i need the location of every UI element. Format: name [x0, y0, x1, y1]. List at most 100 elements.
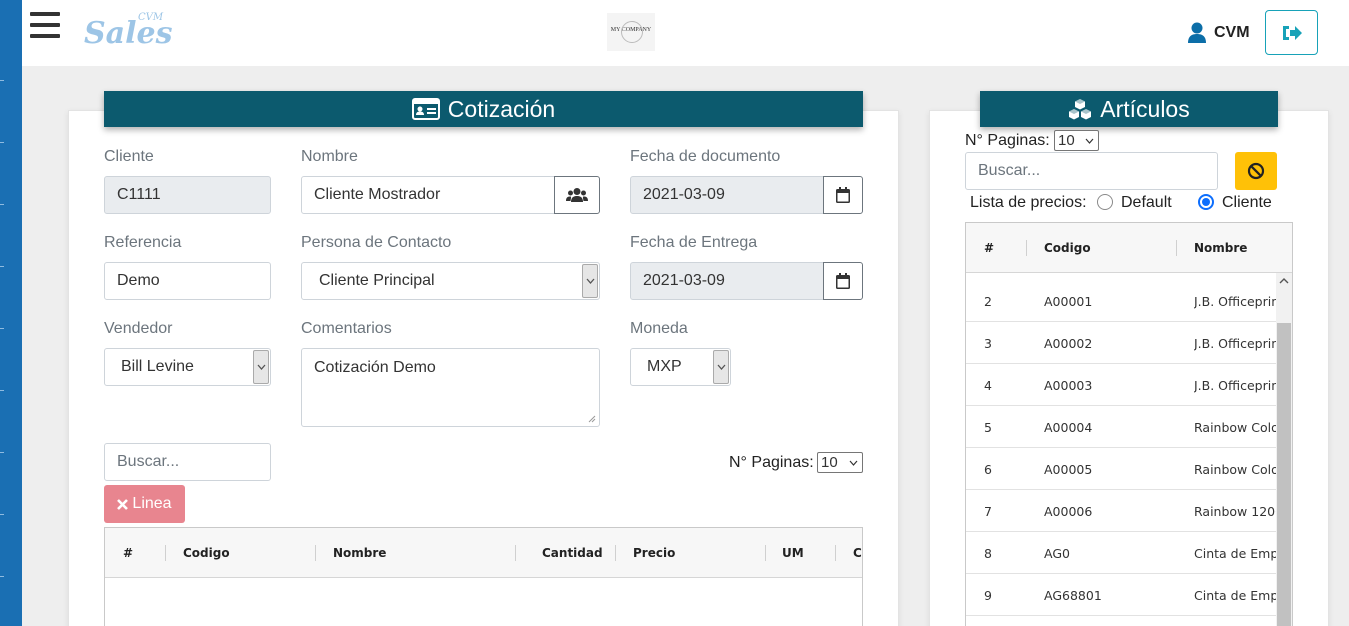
- articles-table-header: # Codigo Nombre: [966, 223, 1292, 273]
- referencia-field[interactable]: Demo: [104, 262, 271, 300]
- top-navbar: Sales CVM MY COMPANY CVM: [22, 0, 1349, 66]
- persona-contacto-select[interactable]: Cliente Principal: [301, 262, 600, 300]
- nombre-field[interactable]: Cliente Mostrador: [301, 176, 555, 214]
- price-list-cliente-radio[interactable]: [1198, 194, 1214, 210]
- col-codigo[interactable]: Codigo: [183, 546, 230, 560]
- lines-pages-select[interactable]: 10: [817, 452, 863, 473]
- lines-table-header: # Codigo Nombre Cantidad Precio UM C: [105, 528, 862, 578]
- price-list-cliente-label[interactable]: Cliente: [1222, 194, 1272, 212]
- row-nombre: Rainbow 1200 Laser: [1194, 504, 1276, 519]
- quote-title: Cotización: [447, 95, 556, 122]
- quote-header: Cotización: [104, 91, 863, 127]
- lines-pages-label: N° Paginas:: [729, 454, 814, 471]
- calendar-icon: [836, 273, 850, 289]
- chevron-down-icon: [849, 460, 858, 466]
- row-codigo: A00006: [1044, 504, 1093, 519]
- fecha-entrega-field[interactable]: 2021-03-09: [630, 262, 824, 300]
- ban-icon: [1247, 162, 1265, 180]
- moneda-select[interactable]: MXP: [630, 348, 731, 386]
- chevron-down-icon: [253, 350, 269, 384]
- vendedor-label: Vendedor: [104, 320, 173, 337]
- sidebar-strip[interactable]: [0, 0, 22, 626]
- brand-sup-text: CVM: [138, 12, 164, 23]
- chevron-down-icon: [582, 264, 598, 298]
- calendar-icon: [836, 187, 850, 203]
- row-codigo: A00001: [1044, 294, 1093, 309]
- price-list-label: Lista de precios:: [970, 194, 1087, 211]
- row-codigo: AG68801: [1044, 588, 1102, 603]
- cliente-label: Cliente: [104, 148, 154, 165]
- articles-search-input[interactable]: Buscar...: [965, 152, 1218, 190]
- fecha-entrega-label: Fecha de Entrega: [630, 234, 758, 251]
- chevron-down-icon: [1085, 138, 1094, 144]
- row-codigo: A00003: [1044, 378, 1093, 393]
- articles-pages-select[interactable]: 10: [1054, 130, 1099, 151]
- row-nombre: Rainbow Color Printer: [1194, 420, 1276, 435]
- referencia-label: Referencia: [104, 234, 182, 251]
- moneda-label: Moneda: [630, 320, 688, 337]
- row-codigo: AG0: [1044, 546, 1070, 561]
- vendedor-value: Bill Levine: [121, 358, 194, 375]
- persona-contacto-value: Cliente Principal: [319, 272, 435, 289]
- col-c[interactable]: C: [853, 546, 862, 560]
- fecha-documento-calendar-button[interactable]: [823, 176, 863, 214]
- sign-out-icon: [1283, 26, 1302, 40]
- col-num[interactable]: #: [984, 241, 994, 255]
- brand-logo[interactable]: Sales CVM: [84, 8, 172, 52]
- articles-scrollbar-thumb[interactable]: [1277, 323, 1291, 626]
- remove-line-button[interactable]: Linea: [104, 485, 185, 523]
- cliente-field[interactable]: C1111: [104, 176, 271, 214]
- nombre-label: Nombre: [301, 148, 358, 165]
- row-num: 3: [984, 336, 992, 351]
- row-num: 4: [984, 378, 992, 393]
- col-um[interactable]: UM: [782, 546, 804, 560]
- col-precio[interactable]: Precio: [633, 546, 675, 560]
- price-list-default-radio[interactable]: [1097, 194, 1113, 210]
- lines-pages-value: 10: [821, 454, 838, 471]
- row-nombre: J.B. Officeprint 1420: [1194, 294, 1276, 309]
- row-num: 2: [984, 294, 992, 309]
- vendedor-select[interactable]: Bill Levine: [104, 348, 271, 386]
- col-nombre[interactable]: Nombre: [333, 546, 386, 560]
- articles-pages-label: N° Paginas:: [965, 132, 1050, 149]
- articles-header: Artículos: [980, 91, 1278, 127]
- lines-search-input[interactable]: Buscar...: [104, 443, 271, 481]
- col-num[interactable]: #: [123, 546, 133, 560]
- clear-search-button[interactable]: [1235, 152, 1277, 190]
- remove-line-label: Linea: [132, 495, 172, 512]
- row-nombre: J.B. Officeprint 1186: [1194, 378, 1276, 393]
- row-num: 7: [984, 504, 992, 519]
- row-num: 5: [984, 420, 992, 435]
- user-icon: [1188, 22, 1206, 43]
- col-cantidad[interactable]: Cantidad: [542, 546, 603, 560]
- scroll-up-icon[interactable]: [1278, 276, 1290, 286]
- user-name[interactable]: CVM: [1214, 24, 1250, 42]
- row-codigo: A00005: [1044, 462, 1093, 477]
- company-logo: MY COMPANY: [607, 13, 655, 51]
- articles-pages-value: 10: [1058, 132, 1075, 149]
- select-client-button[interactable]: [554, 176, 600, 214]
- comentarios-textarea[interactable]: Cotización Demo: [301, 348, 600, 427]
- row-codigo: A00004: [1044, 420, 1093, 435]
- price-list-default-label[interactable]: Default: [1121, 194, 1172, 212]
- lines-table: # Codigo Nombre Cantidad Precio UM C: [104, 527, 863, 626]
- resize-grip-icon[interactable]: [588, 415, 596, 423]
- fecha-entrega-calendar-button[interactable]: [823, 262, 863, 300]
- col-codigo[interactable]: Codigo: [1044, 241, 1091, 255]
- row-codigo: A00002: [1044, 336, 1093, 351]
- row-num: 9: [984, 588, 992, 603]
- fecha-documento-field[interactable]: 2021-03-09: [630, 176, 824, 214]
- times-icon: [117, 498, 129, 510]
- moneda-value: MXP: [647, 358, 682, 375]
- hamburger-menu-icon[interactable]: [30, 12, 60, 38]
- row-num: 6: [984, 462, 992, 477]
- chevron-down-icon: [713, 350, 729, 384]
- row-nombre: Rainbow Color Printer: [1194, 462, 1276, 477]
- articles-table: # Codigo Nombre 2 A00001 J.B. Officeprin…: [965, 222, 1293, 626]
- row-nombre: Cinta de Empaque: [1194, 546, 1276, 561]
- logout-button[interactable]: [1265, 10, 1318, 55]
- fecha-documento-label: Fecha de documento: [630, 148, 781, 165]
- comentarios-value: Cotización Demo: [314, 359, 436, 376]
- col-nombre[interactable]: Nombre: [1194, 241, 1247, 255]
- row-num: 8: [984, 546, 992, 561]
